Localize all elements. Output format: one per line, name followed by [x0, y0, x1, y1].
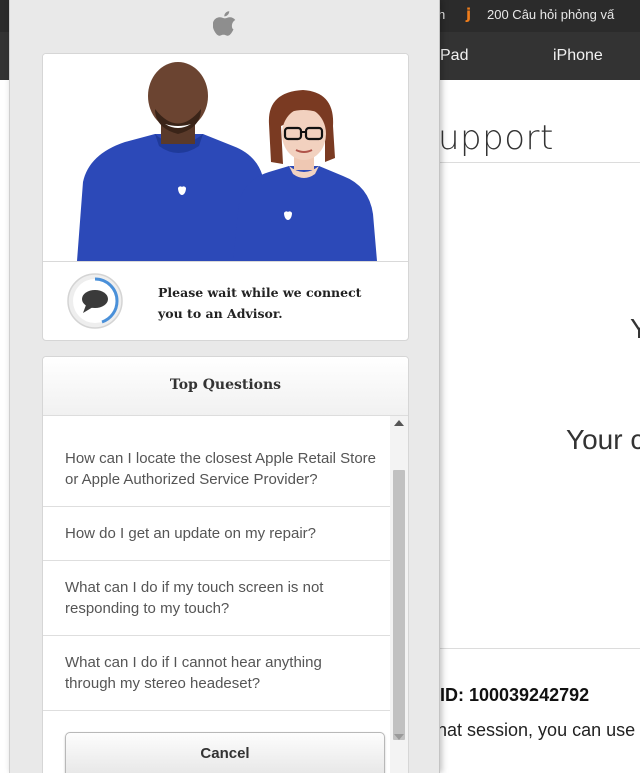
session-id: ID: 100039242792: [440, 685, 590, 705]
connection-status-message: Please wait while we connect you to an A…: [158, 285, 362, 321]
scroll-down-arrow-icon[interactable]: [394, 734, 404, 740]
advisor-photo: [43, 54, 408, 261]
advisor-card: Please wait while we connect you to an A…: [42, 53, 409, 341]
scroll-up-arrow-icon[interactable]: [394, 420, 404, 426]
bookmark-item[interactable]: 200 Câu hỏi phỏng vấ: [487, 7, 614, 22]
divider: [438, 162, 640, 163]
top-questions-title: Top Questions: [169, 377, 282, 393]
nav-item-ipad[interactable]: Pad: [440, 47, 468, 65]
divider: [438, 648, 640, 649]
bookmark-j-icon: j: [466, 5, 472, 23]
cancel-button[interactable]: Cancel: [65, 732, 385, 773]
chat-bubble-icon: [67, 273, 123, 329]
session-description: hat session, you can use: [437, 720, 636, 740]
question-list: How can I locate the closest Apple Retai…: [43, 416, 390, 711]
heading-fragment: Y: [630, 313, 640, 344]
chat-window: Please wait while we connect you to an A…: [9, 0, 440, 773]
scrollbar-thumb[interactable]: [393, 470, 405, 740]
question-item[interactable]: How do I get an update on my repair?: [43, 507, 390, 561]
question-item[interactable]: What can I do if my touch screen is not …: [43, 561, 390, 636]
question-item[interactable]: How can I locate the closest Apple Retai…: [43, 416, 390, 507]
heading-fragment: Your c: [566, 424, 640, 455]
apple-logo-icon: [213, 11, 236, 36]
divider: [43, 261, 408, 262]
nav-item-iphone[interactable]: iPhone: [553, 47, 603, 65]
question-item[interactable]: What can I do if I cannot hear anything …: [43, 636, 390, 711]
page-title: upport: [438, 118, 554, 158]
scrollbar[interactable]: [390, 416, 408, 773]
top-questions-panel: Top Questions How can I locate the close…: [42, 356, 409, 773]
top-questions-header: Top Questions: [43, 357, 408, 416]
